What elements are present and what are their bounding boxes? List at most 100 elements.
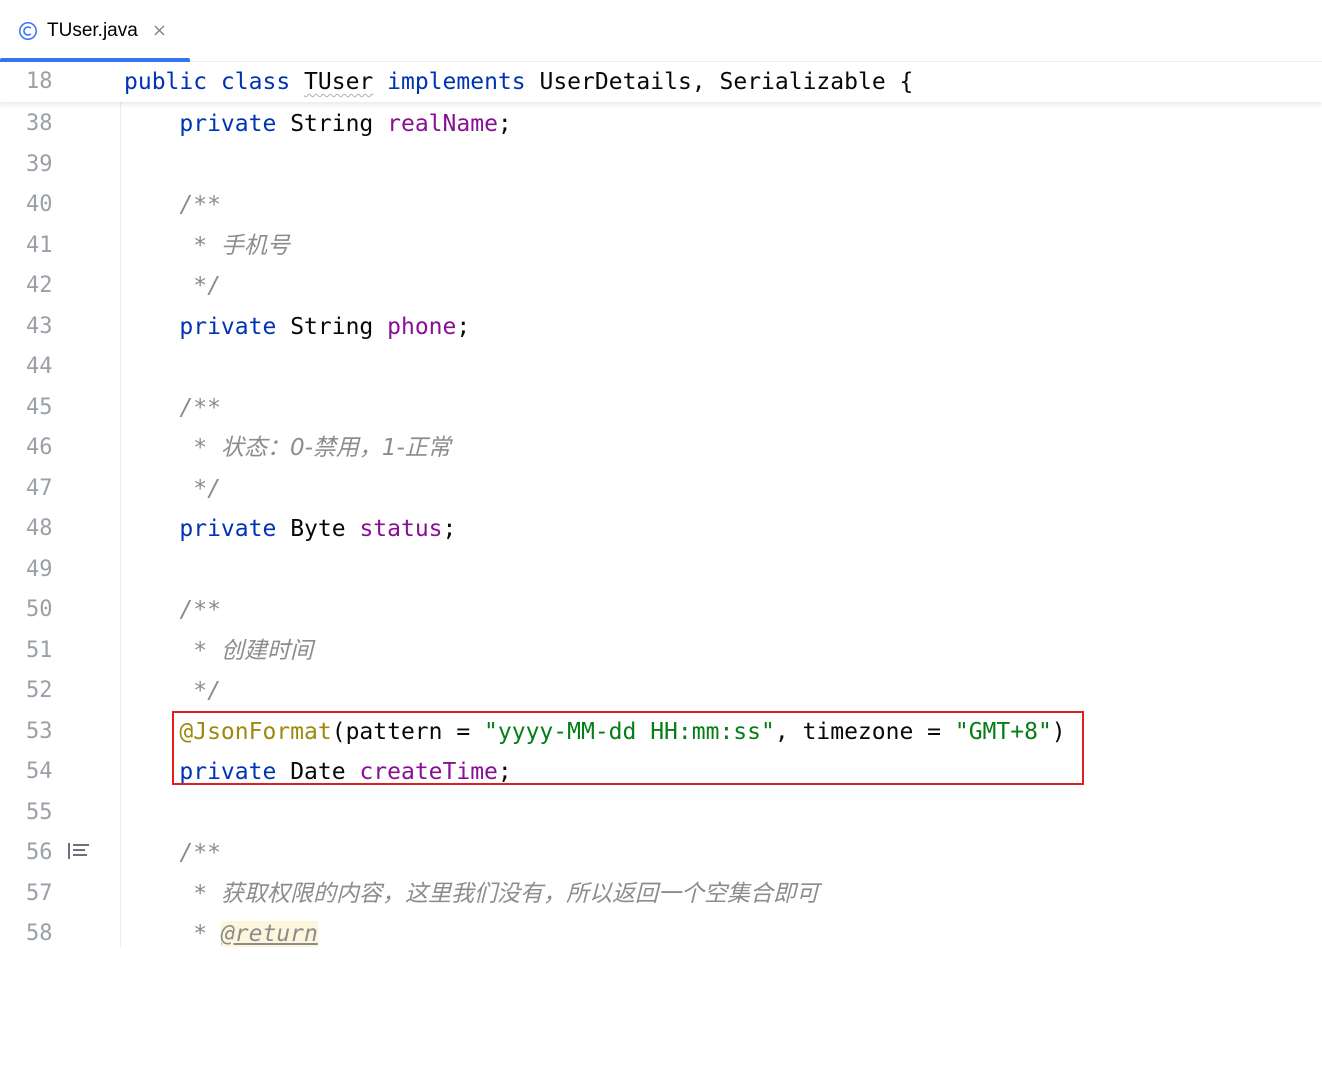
align-left-icon[interactable] bbox=[68, 842, 90, 860]
code-line: 50 /** bbox=[0, 590, 1322, 630]
line-number: 47 bbox=[26, 476, 53, 501]
tab-tuser-java[interactable]: TUser.java × bbox=[0, 0, 190, 62]
code-line: 40 /** bbox=[0, 185, 1322, 225]
code-editor[interactable]: 18 public class TUser implements UserDet… bbox=[0, 62, 1322, 947]
doc-comment: /** bbox=[179, 395, 221, 421]
code-text: * @return bbox=[124, 914, 318, 954]
code-text: * 手机号 bbox=[124, 226, 290, 266]
line-number: 50 bbox=[26, 597, 53, 622]
field-name: phone bbox=[387, 314, 457, 340]
code-line: 57 * 获取权限的内容，这里我们没有，所以返回一个空集合即可 bbox=[0, 874, 1322, 914]
keyword: private bbox=[179, 111, 277, 137]
code-line: 55 bbox=[0, 793, 1322, 833]
code-line: 51 * 创建时间 bbox=[0, 631, 1322, 671]
doc-comment: /** bbox=[179, 597, 221, 623]
line-number: 58 bbox=[26, 921, 53, 946]
code-line: 49 bbox=[0, 550, 1322, 590]
doc-comment: /** bbox=[179, 840, 221, 866]
code-line: 41 * 手机号 bbox=[0, 226, 1322, 266]
code-text: /** bbox=[124, 388, 221, 428]
line-number: 55 bbox=[26, 800, 53, 825]
code-text: private String realName; bbox=[124, 104, 512, 144]
doc-comment: 状态：0-禁用，1-正常 bbox=[220, 435, 451, 461]
doc-comment: */ bbox=[179, 678, 221, 704]
code-line: 42 */ bbox=[0, 266, 1322, 306]
code-line: 47 */ bbox=[0, 469, 1322, 509]
punctuation: ) bbox=[1051, 719, 1066, 745]
code-text: private Date createTime; bbox=[124, 752, 512, 792]
code-text: @JsonFormat(pattern = "yyyy-MM-dd HH:mm:… bbox=[124, 712, 1066, 752]
class-icon bbox=[19, 22, 37, 40]
code-line: 56 /** bbox=[0, 833, 1322, 873]
code-text: */ bbox=[124, 469, 221, 509]
code-text: private Byte status; bbox=[124, 509, 456, 549]
punctuation: ; bbox=[497, 759, 512, 785]
field-name: createTime bbox=[359, 759, 498, 785]
code-text: private String phone; bbox=[124, 307, 470, 347]
doc-comment-star: * bbox=[179, 881, 221, 907]
doc-comment: */ bbox=[179, 476, 221, 502]
line-number: 44 bbox=[26, 354, 53, 379]
line-number: 18 bbox=[26, 69, 53, 94]
keyword: private bbox=[179, 516, 277, 542]
line-number: 43 bbox=[26, 314, 53, 339]
line-number: 41 bbox=[26, 233, 53, 258]
code-text: /** bbox=[124, 590, 221, 630]
code-text: */ bbox=[124, 671, 221, 711]
punctuation: , timezone = bbox=[774, 719, 955, 745]
field-name: realName bbox=[387, 111, 498, 137]
punctuation: ; bbox=[456, 314, 471, 340]
keyword: implements bbox=[387, 69, 526, 95]
type-name: Byte bbox=[290, 516, 346, 542]
string-literal: "GMT+8" bbox=[954, 719, 1052, 745]
class-name: TUser bbox=[304, 69, 374, 95]
line-number: 46 bbox=[26, 435, 53, 460]
code-text: /** bbox=[124, 185, 221, 225]
code-rest: UserDetails, Serializable { bbox=[539, 69, 914, 95]
code-line: 38 private String realName; bbox=[0, 104, 1322, 144]
punctuation: ; bbox=[442, 516, 457, 542]
field-name: status bbox=[359, 516, 443, 542]
doc-comment-star: * bbox=[179, 638, 221, 664]
type-name: String bbox=[290, 314, 374, 340]
tab-title: TUser.java bbox=[47, 20, 138, 41]
doc-comment: 手机号 bbox=[220, 233, 290, 259]
code-text: public class TUser implements UserDetail… bbox=[124, 62, 913, 102]
doc-comment: /** bbox=[179, 192, 221, 218]
doc-comment: */ bbox=[179, 273, 221, 299]
code-line: 53 @JsonFormat(pattern = "yyyy-MM-dd HH:… bbox=[0, 712, 1322, 752]
doc-comment-star: * bbox=[179, 233, 221, 259]
line-number: 54 bbox=[26, 759, 53, 784]
sticky-header-line[interactable]: 18 public class TUser implements UserDet… bbox=[0, 62, 1322, 102]
doc-comment: 获取权限的内容，这里我们没有，所以返回一个空集合即可 bbox=[220, 881, 819, 907]
code-line: 48 private Byte status; bbox=[0, 509, 1322, 549]
code-line: 43 private String phone; bbox=[0, 307, 1322, 347]
code-line: 58 * @return bbox=[0, 914, 1322, 954]
code-text: /** bbox=[124, 833, 221, 873]
doc-comment: 创建时间 bbox=[220, 638, 313, 664]
javadoc-tag: @return bbox=[220, 921, 318, 947]
punctuation: ; bbox=[497, 111, 512, 137]
keyword: private bbox=[179, 314, 277, 340]
code-text: * 状态：0-禁用，1-正常 bbox=[124, 428, 451, 468]
line-number: 57 bbox=[26, 881, 53, 906]
code-text: * 创建时间 bbox=[124, 631, 313, 671]
keyword: private bbox=[179, 759, 277, 785]
doc-comment-star: * bbox=[179, 435, 221, 461]
line-number: 42 bbox=[26, 273, 53, 298]
line-number: 48 bbox=[26, 516, 53, 541]
code-line: 54 private Date createTime; bbox=[0, 752, 1322, 792]
code-line: 18 public class TUser implements UserDet… bbox=[0, 62, 1322, 102]
code-line: 44 bbox=[0, 347, 1322, 387]
code-text: */ bbox=[124, 266, 221, 306]
annotation: @JsonFormat bbox=[179, 719, 332, 745]
line-number: 45 bbox=[26, 395, 53, 420]
code-line: 46 * 状态：0-禁用，1-正常 bbox=[0, 428, 1322, 468]
code-line: 39 bbox=[0, 145, 1322, 185]
line-number: 56 bbox=[26, 840, 53, 865]
line-number: 49 bbox=[26, 557, 53, 582]
close-icon[interactable]: × bbox=[152, 22, 167, 40]
keyword: public class bbox=[124, 69, 291, 95]
line-number: 52 bbox=[26, 678, 53, 703]
code-text: * 获取权限的内容，这里我们没有，所以返回一个空集合即可 bbox=[124, 874, 819, 914]
